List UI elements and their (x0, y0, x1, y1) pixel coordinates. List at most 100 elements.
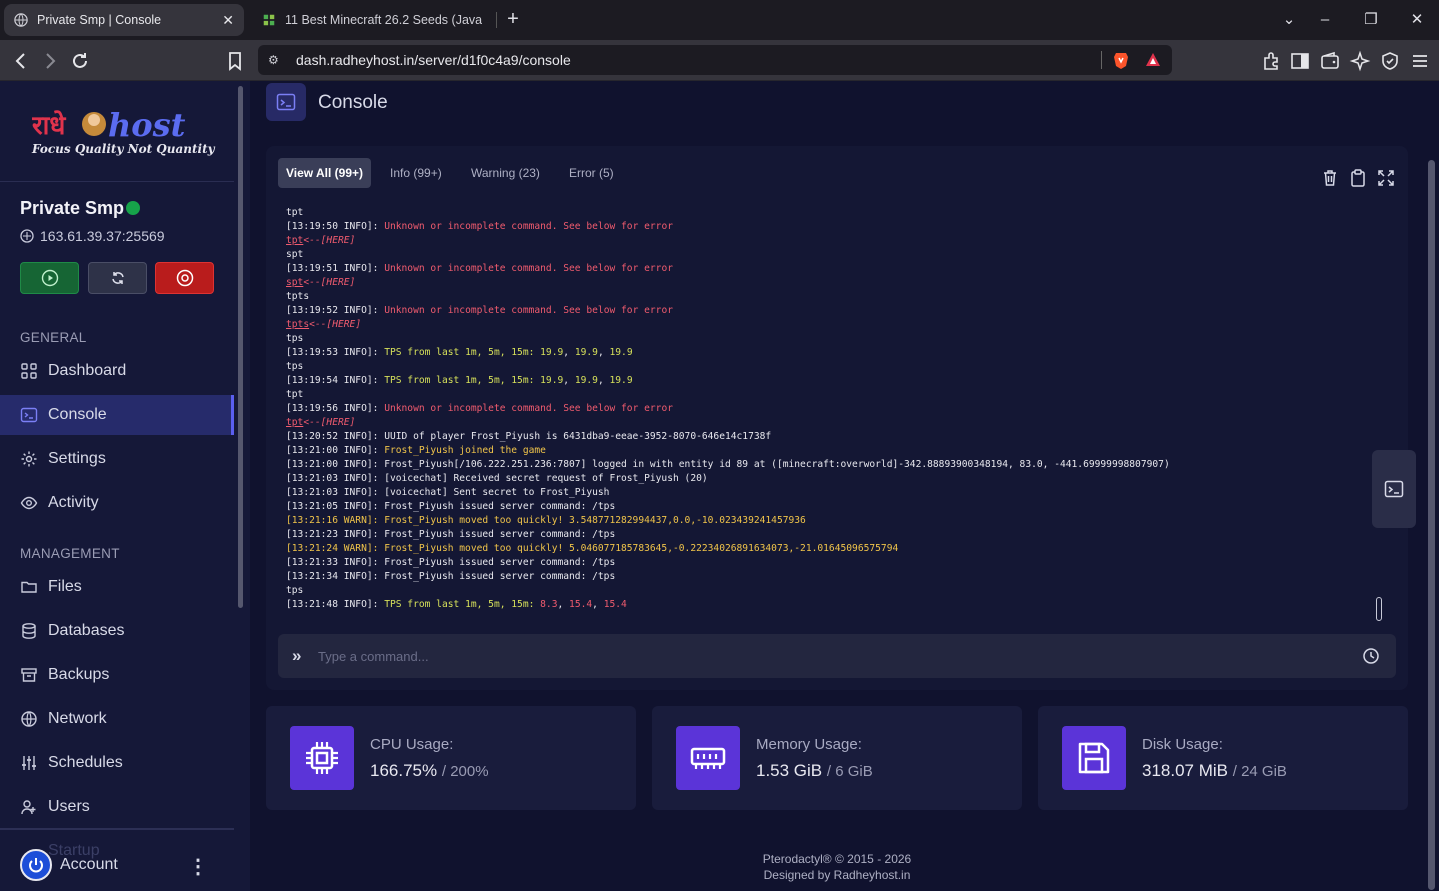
history-icon[interactable] (1362, 647, 1380, 665)
gear-icon (21, 451, 37, 467)
brand-logo[interactable]: राधे host Focus Quality Not Quantity (31, 104, 215, 164)
floating-console-button[interactable] (1372, 450, 1416, 528)
sidebar-item-settings[interactable]: Settings (0, 439, 234, 479)
tab-private-smp-console[interactable]: Private Smp | Console ✕ (4, 4, 244, 36)
console-scrollbar[interactable] (1376, 597, 1382, 621)
sidebar-item-users[interactable]: Users (0, 787, 234, 827)
stat-label: CPU Usage: (370, 736, 454, 753)
console-line: tpt<--[HERE] (286, 416, 1366, 430)
sidebar-item-dashboard[interactable]: Dashboard (0, 351, 234, 391)
sidebar-item-activity[interactable]: Activity (0, 483, 234, 523)
close-tab-icon[interactable]: ✕ (222, 12, 234, 29)
server-address[interactable]: 163.61.39.37:25569 (20, 228, 165, 244)
console-line: [13:19:52 INFO]: Unknown or incomplete c… (286, 304, 1366, 318)
console-segment: Unknown or incomplete command. See below… (384, 305, 673, 316)
sidebar-toggle-icon[interactable] (1289, 50, 1311, 72)
console-segment: 19.9 (574, 375, 598, 386)
site-settings-icon[interactable]: ⚙ (268, 53, 286, 67)
console-segment: tps (286, 333, 304, 344)
forward-button[interactable] (37, 48, 63, 74)
console-segment: <--[HERE] (309, 319, 362, 330)
power-icon (29, 858, 43, 873)
console-line: spt<--[HERE] (286, 276, 1366, 290)
menu-icon[interactable] (1409, 50, 1431, 72)
footer-designer-link[interactable]: Designed by Radheyhost.in (266, 867, 1408, 883)
console-segment: [13:21:03 INFO]: [voicechat] Sent secret… (286, 487, 610, 498)
console-line: [13:21:05 INFO]: Frost_Piyush issued ser… (286, 500, 1366, 514)
address-bar[interactable]: ⚙ dash.radheyhost.in/server/d1f0c4a9/con… (258, 45, 1172, 75)
start-server-button[interactable] (20, 262, 79, 294)
extensions-icon[interactable] (1260, 50, 1282, 72)
globe-icon (14, 13, 28, 27)
command-bar: » (278, 634, 1396, 678)
back-button[interactable] (8, 48, 34, 74)
console-line: [13:19:56 INFO]: Unknown or incomplete c… (286, 402, 1366, 416)
restore-button[interactable]: ❐ (1348, 0, 1394, 40)
console-segment: [13:19:52 INFO]: (286, 305, 385, 316)
console-output[interactable]: tpt [13:19:50 INFO]: Unknown or incomplet… (286, 206, 1366, 612)
server-name: Private Smp (20, 198, 125, 218)
stop-server-button[interactable] (155, 262, 214, 294)
console-line: [13:19:54 INFO]: TPS from last 1m, 5m, 1… (286, 374, 1366, 388)
clipboard-icon[interactable] (1348, 168, 1368, 188)
stat-value: 166.75% / 200% (370, 761, 489, 781)
console-segment: [13:21:24 WARN]: Frost_Piyush moved too … (286, 543, 899, 554)
memory-icon-box (676, 726, 740, 790)
sidebar-item-backups[interactable]: Backups (0, 655, 234, 695)
wallet-icon[interactable] (1319, 50, 1341, 72)
console-segment: [13:21:34 INFO]: Frost_Piyush issued ser… (286, 571, 616, 582)
tab-divider (496, 12, 497, 28)
sidebar-item-network[interactable]: Network (0, 699, 234, 739)
console-segment: , (592, 599, 604, 610)
expand-icon[interactable] (1376, 168, 1396, 188)
brave-shield-icon[interactable] (1112, 51, 1130, 69)
filter-view-all[interactable]: View All (99+) (278, 158, 372, 188)
console-line: tpt (286, 206, 1366, 220)
account-bar[interactable]: Startup Account ⋮ (0, 828, 234, 891)
console-segment: [13:21:03 INFO]: [voicechat] Received se… (286, 473, 708, 484)
sidebar-item-label: Dashboard (48, 362, 127, 379)
vpn-shield-icon[interactable] (1379, 50, 1401, 72)
console-line: [13:21:00 INFO]: Frost_Piyush joined the… (286, 444, 1366, 458)
reload-button[interactable] (67, 48, 93, 74)
sidebar-item-files[interactable]: Files (0, 567, 234, 607)
command-input[interactable] (318, 642, 1338, 670)
console-segment: [13:19:54 INFO]: (286, 375, 385, 386)
main-scrollbar[interactable] (1428, 160, 1435, 890)
console-segment: [13:21:48 INFO]: (286, 599, 385, 610)
filter-info[interactable]: Info (99+) (382, 158, 450, 188)
stat-value: 1.53 GiB / 6 GiB (756, 761, 873, 781)
console-line: tps (286, 360, 1366, 374)
sidebar-item-databases[interactable]: Databases (0, 611, 234, 651)
leo-ai-icon[interactable] (1349, 50, 1371, 72)
sidebar-item-schedules[interactable]: Schedules (0, 743, 234, 783)
network-icon (20, 229, 34, 243)
database-icon (22, 623, 36, 639)
console-segment: [13:21:23 INFO]: Frost_Piyush issued ser… (286, 529, 616, 540)
sidebar-item-label: Console (48, 406, 107, 423)
console-segment: tpts (286, 291, 310, 302)
stat-card-disk: Disk Usage: 318.07 MiB / 24 GiB (1038, 706, 1408, 810)
sidebar-scrollbar[interactable] (238, 86, 243, 608)
console-segment: spt (286, 277, 304, 288)
tab-minecraft-seeds[interactable]: 11 Best Minecraft 26.2 Seeds (Java & (252, 4, 492, 36)
console-segment: Unknown or incomplete command. See below… (384, 221, 673, 232)
filter-error[interactable]: Error (5) (561, 158, 622, 188)
restart-server-button[interactable] (88, 262, 147, 294)
new-tab-button[interactable]: + (502, 7, 524, 31)
avatar (20, 849, 52, 881)
stat-value: 318.07 MiB / 24 GiB (1142, 761, 1287, 781)
console-line: [13:21:33 INFO]: Frost_Piyush issued ser… (286, 556, 1366, 570)
filter-warning[interactable]: Warning (23) (463, 158, 548, 188)
more-vertical-icon[interactable]: ⋮ (188, 854, 208, 879)
brave-rewards-icon[interactable] (1144, 51, 1162, 69)
trash-icon[interactable] (1320, 168, 1340, 188)
close-window-button[interactable]: ✕ (1394, 0, 1439, 40)
minimize-button[interactable]: – (1302, 0, 1348, 40)
console-line: [13:21:03 INFO]: [voicechat] Sent secret… (286, 486, 1366, 500)
radhey-host-logo-art: राधे host (31, 106, 186, 144)
console-line: [13:21:03 INFO]: [voicechat] Received se… (286, 472, 1366, 486)
bookmark-button[interactable] (222, 48, 248, 74)
sidebar-item-console[interactable]: Console (0, 395, 234, 435)
sidebar-item-label: Users (48, 798, 90, 815)
